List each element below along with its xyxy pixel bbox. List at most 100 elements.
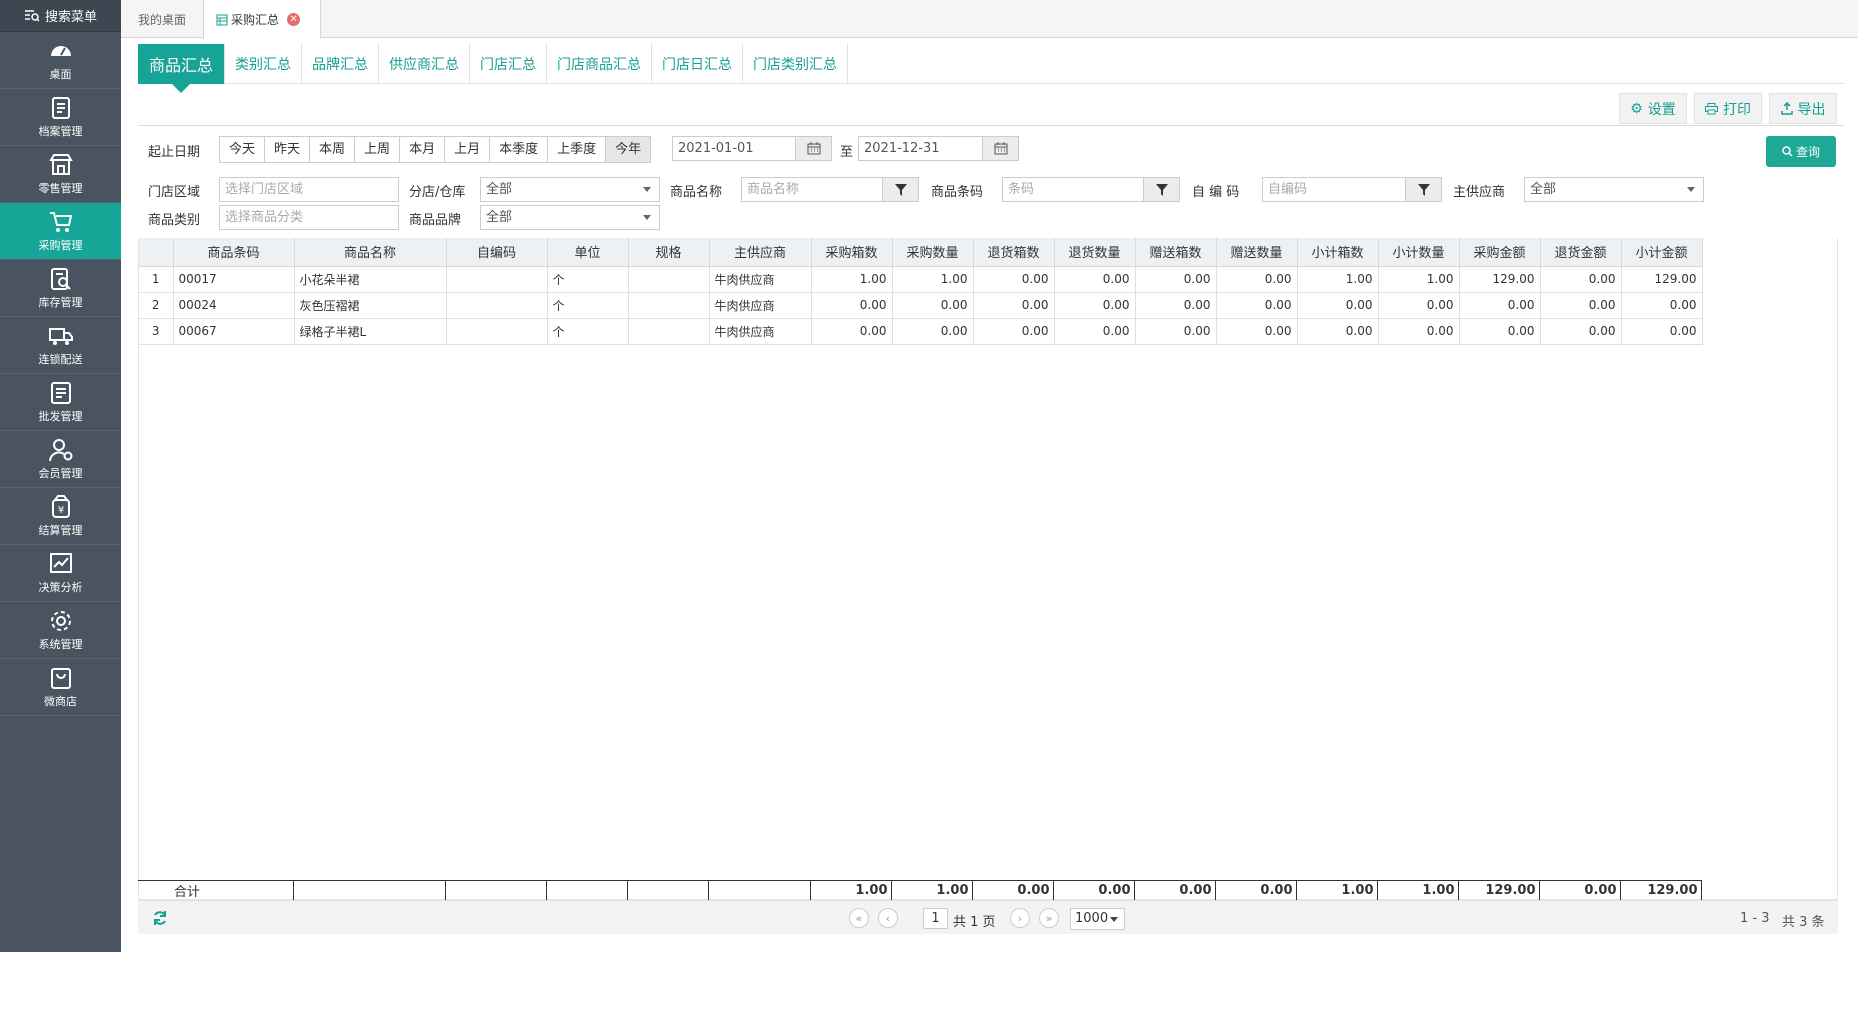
table-row[interactable]: 2 00024 灰色压褶裙个牛肉供应商 0.00 0.00 0.00 0.00 0.00 0.0… [139,292,1703,319]
column-header[interactable]: 规格 [628,238,710,267]
tab-my-desktop[interactable]: 我的桌面 [121,0,203,38]
table-cell: 0.00 [892,292,974,319]
settings-button[interactable]: ⚙ 设置 [1619,93,1687,124]
sidebar-item-3[interactable]: 采购管理 [0,203,121,260]
branch-select[interactable]: 全部 [480,177,660,202]
brand-select[interactable]: 全部 [480,205,660,230]
store-area-input[interactable]: 选择门店区域 [219,177,399,202]
prev-page-icon[interactable]: ‹ [878,908,898,928]
category-input[interactable]: 选择商品分类 [219,205,399,230]
date-quick-button[interactable]: 上周 [355,137,401,162]
sidebar-item-11[interactable]: 微商店 [0,659,121,716]
subtab-3[interactable]: 供应商汇总 [379,44,471,84]
subtab-1[interactable]: 类别汇总 [225,44,303,84]
sidebar-item-8[interactable]: ¥ 结算管理 [0,488,121,545]
page-number-input[interactable]: 1 [923,908,948,929]
filter-icon[interactable] [1405,178,1441,201]
sidebar: 搜索菜单 桌面档案管理零售管理采购管理 库存管理 连锁配送 批发管理 会员管理 ¥ 结算管理… [0,0,121,952]
column-header[interactable]: 退货金额 [1540,238,1622,267]
sidebar-item-6[interactable]: 批发管理 [0,374,121,431]
table-row[interactable]: 3 00067 绿格子半裙L 个牛肉供应商 0.00 0.00 0.00 0.00 0.00 0.… [139,318,1703,345]
sidebar-item-1[interactable]: 档案管理 [0,89,121,146]
total-count-label: 共 3 条 [1782,915,1825,930]
table-row[interactable]: 1 00017 小花朵半裙个牛肉供应商 1.00 1.00 0.00 0.00 0.00 0.0… [139,266,1703,293]
column-header[interactable]: 商品条码 [173,238,295,267]
column-header[interactable]: 自编码 [446,238,548,267]
product-name-input[interactable]: 商品名称 [741,177,919,202]
menu-search-button[interactable]: 搜索菜单 [0,0,121,32]
refresh-icon[interactable] [152,910,168,926]
subtab-7[interactable]: 门店类别汇总 [743,44,849,84]
sidebar-item-0[interactable]: 桌面 [0,32,121,89]
column-header[interactable]: 退货箱数 [973,238,1055,267]
export-button[interactable]: 导出 [1769,93,1837,124]
table-cell: 0.00 [811,318,893,345]
subtab-6[interactable]: 门店日汇总 [652,44,744,84]
tab-purchase-summary[interactable]: 采购汇总 ✕ [203,0,321,39]
subtab-5[interactable]: 门店商品汇总 [547,44,653,84]
column-header[interactable]: 小计金额 [1621,238,1703,267]
sidebar-item-7[interactable]: 会员管理 [0,431,121,488]
table-cell: 个 [547,266,629,293]
table-cell: 00017 [173,266,295,293]
sidebar-item-9[interactable]: 决策分析 [0,545,121,602]
column-header[interactable]: 小计箱数 [1297,238,1379,267]
sidebar-item-label: 档案管理 [38,125,83,138]
column-header[interactable]: 赠送数量 [1216,238,1298,267]
calendar-icon[interactable] [982,137,1018,160]
calendar-icon[interactable] [795,137,831,160]
column-header[interactable]: 采购箱数 [811,238,893,267]
supplier-select[interactable]: 全部 [1524,177,1704,202]
date-quick-button[interactable]: 本月 [400,137,446,162]
column-header[interactable]: 退货数量 [1054,238,1136,267]
barcode-input[interactable]: 条码 [1002,177,1180,202]
last-page-icon[interactable]: » [1039,908,1059,928]
date-quick-button[interactable]: 今年 [606,137,651,162]
date-to-input[interactable]: 2021-12-31 [858,136,1019,161]
date-quick-button[interactable]: 今天 [220,137,266,162]
sidebar-item-4[interactable]: 库存管理 [0,260,121,317]
self-code-placeholder: 自编码 [1268,182,1308,197]
brand-value: 全部 [486,210,513,225]
self-code-input[interactable]: 自编码 [1262,177,1442,202]
range-label: 1 - 3 [1740,911,1770,926]
query-button[interactable]: 查询 [1766,136,1836,167]
sidebar-item-2[interactable]: 零售管理 [0,146,121,203]
table-cell: 00067 [173,318,295,345]
sidebar-item-5[interactable]: 连锁配送 [0,317,121,374]
date-from-input[interactable]: 2021-01-01 [672,136,832,161]
gear-icon: ⚙ [1630,100,1643,117]
column-header[interactable]: 采购金额 [1459,238,1541,267]
close-icon[interactable]: ✕ [287,13,301,26]
column-header[interactable]: 主供应商 [709,238,812,267]
column-header[interactable]: 小计数量 [1378,238,1460,267]
table-cell: 0.00 [1216,292,1298,319]
table-cell: 1 [139,266,174,293]
date-quick-button[interactable]: 本周 [310,137,356,162]
page-size-select[interactable]: 1000 [1070,908,1125,930]
column-header[interactable]: 采购数量 [892,238,974,267]
table-cell: 0.00 [973,318,1055,345]
date-quick-button[interactable]: 昨天 [265,137,311,162]
sidebar-item-label: 零售管理 [38,182,83,195]
date-quick-button[interactable]: 上季度 [548,137,607,162]
next-page-icon[interactable]: › [1010,908,1030,928]
divider [138,125,1844,126]
filter-icon[interactable] [1143,178,1179,201]
subtab-2[interactable]: 品牌汇总 [302,44,380,84]
to-label: 至 [840,145,854,160]
date-quick-button[interactable]: 本季度 [490,137,549,162]
first-page-icon[interactable]: « [849,908,869,928]
table-cell [628,266,710,293]
date-quick-button[interactable]: 上月 [445,137,491,162]
column-header[interactable]: 商品名称 [294,238,447,267]
subtab-0[interactable]: 商品汇总 [138,44,226,93]
total-cell: 0.00 [1053,880,1135,901]
filter-icon[interactable] [882,178,918,201]
column-header[interactable]: 赠送箱数 [1135,238,1217,267]
subtab-4[interactable]: 门店汇总 [470,44,548,84]
column-header[interactable]: 单位 [547,238,629,267]
print-button[interactable]: 打印 [1694,93,1762,124]
sidebar-item-10[interactable]: 系统管理 [0,602,121,659]
sidebar-item-label: 结算管理 [38,524,83,537]
